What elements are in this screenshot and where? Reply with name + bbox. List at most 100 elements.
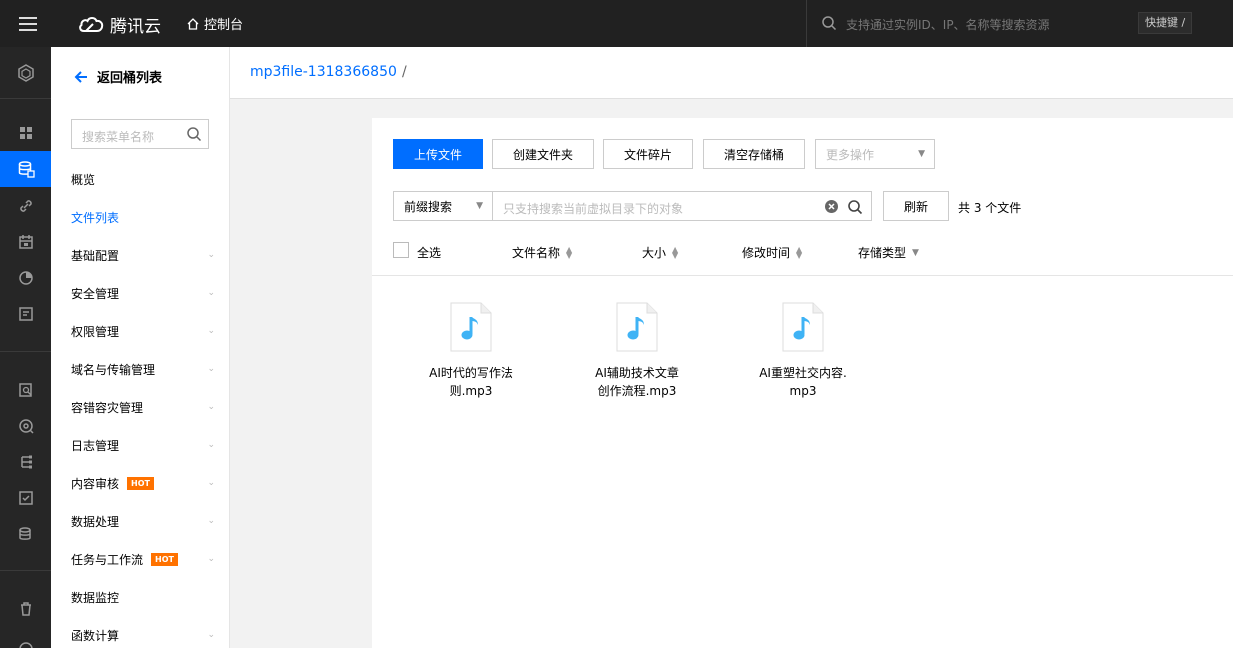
- sidebar-item[interactable]: 内容审核 HOT ⌄: [71, 473, 215, 493]
- calendar-icon[interactable]: [0, 224, 51, 260]
- trash-icon[interactable]: [0, 591, 51, 627]
- product-rail: [0, 47, 51, 648]
- music-file-icon: [616, 302, 658, 352]
- sidebar-item-label: 任务与工作流: [71, 552, 144, 567]
- file-name-line: AI时代的写作法: [429, 366, 513, 380]
- music-file-icon: [450, 302, 492, 352]
- size-header-label: 大小: [642, 246, 667, 260]
- breadcrumb-bucket-link[interactable]: mp3file-1318366850: [250, 64, 397, 80]
- file-name-line: AI重塑社交内容.: [759, 366, 847, 380]
- sidebar-item-label: 数据处理: [71, 514, 120, 529]
- storage-bucket-icon[interactable]: [0, 151, 51, 187]
- music-file-icon: [782, 302, 824, 352]
- sidebar-item[interactable]: 基础配置 ⌄: [71, 245, 215, 265]
- image-box-icon[interactable]: [0, 296, 51, 332]
- clear-bucket-button[interactable]: 清空存储桶: [703, 139, 805, 169]
- file-count: 共 3 个文件: [958, 201, 1022, 215]
- help-icon[interactable]: [0, 631, 51, 648]
- chevron-down-icon: ⌄: [207, 402, 215, 412]
- more-actions-select[interactable]: 更多操作 ▼: [815, 139, 935, 169]
- sidebar-item[interactable]: 函数计算 ⌄: [71, 625, 215, 645]
- select-all-text: 全选: [417, 246, 442, 260]
- sidebar-item-label: 内容审核: [71, 476, 120, 491]
- menu-icon[interactable]: [0, 0, 56, 47]
- sidebar-item-label: 安全管理: [71, 286, 120, 301]
- storage-class-label: 存储类型: [858, 246, 907, 260]
- create-folder-button[interactable]: 创建文件夹: [492, 139, 594, 169]
- chevron-down-icon: ⌄: [207, 478, 215, 488]
- sort-name-header[interactable]: 文件名称 ▲ ▼: [512, 244, 572, 261]
- sidebar-item-label: 容错容灾管理: [71, 400, 144, 415]
- cube-icon[interactable]: [0, 55, 51, 91]
- file-fragments-button[interactable]: 文件碎片: [603, 139, 693, 169]
- breadcrumb: mp3file-1318366850 /: [230, 47, 1233, 99]
- brand-name: 腾讯云: [110, 17, 161, 37]
- sidebar-item[interactable]: 概览: [71, 169, 215, 189]
- shortcut-button[interactable]: 快捷键 /: [1138, 12, 1193, 34]
- back-label: 返回桶列表: [97, 71, 163, 86]
- file-name-line: 则.mp3: [449, 384, 493, 398]
- sidebar-item-label: 域名与传输管理: [71, 362, 156, 377]
- sort-size-header[interactable]: 大小 ▲ ▼: [642, 244, 678, 261]
- caret-down-icon: ▼: [918, 149, 925, 159]
- sidebar-item-label: 基础配置: [71, 248, 120, 263]
- sidebar-item[interactable]: 任务与工作流 HOT ⌄: [71, 549, 215, 569]
- dashboard-icon[interactable]: [0, 115, 51, 151]
- select-all-checkbox[interactable]: [393, 242, 409, 258]
- link-icon[interactable]: [0, 188, 51, 224]
- search-doc-icon[interactable]: [0, 372, 51, 408]
- sidebar-item[interactable]: 数据处理 ⌄: [71, 511, 215, 531]
- chevron-down-icon: ⌄: [207, 250, 215, 260]
- storage-class-filter[interactable]: 存储类型 ▼: [858, 244, 919, 261]
- search-icon[interactable]: [847, 199, 863, 215]
- sidebar-item[interactable]: 域名与传输管理 ⌄: [71, 359, 215, 379]
- sidebar-item[interactable]: 文件列表: [71, 207, 215, 227]
- pie-chart-icon[interactable]: [0, 260, 51, 296]
- search-icon: [822, 16, 837, 31]
- database-icon[interactable]: [0, 516, 51, 552]
- file-item[interactable]: AI重塑社交内容. mp3: [748, 302, 858, 400]
- sidebar-item[interactable]: 容错容灾管理 ⌄: [71, 397, 215, 417]
- top-bar: 腾讯云 控制台 支持通过实例ID、IP、名称等搜索资源 快捷键 /: [0, 0, 1233, 47]
- home-icon: [187, 17, 199, 30]
- search-type-select[interactable]: 前缀搜索 ▼: [393, 191, 493, 221]
- monitor-icon[interactable]: [0, 408, 51, 444]
- object-search-input[interactable]: 只支持搜索当前虚拟目录下的对象: [493, 191, 872, 221]
- chevron-down-icon: ⌄: [207, 630, 215, 640]
- select-all-label: 全选: [417, 244, 441, 261]
- console-link[interactable]: 控制台: [186, 14, 243, 33]
- refresh-button[interactable]: 刷新: [883, 191, 949, 221]
- sidebar-item[interactable]: 数据监控: [71, 587, 215, 607]
- name-header-label: 文件名称: [512, 246, 561, 260]
- search-icon: [187, 127, 202, 142]
- file-list-panel: 上传文件 创建文件夹 文件碎片 清空存储桶 更多操作 ▼ 前缀搜索 ▼ 只支持搜…: [372, 118, 1233, 648]
- sidebar-item-label: 日志管理: [71, 438, 120, 453]
- sidebar-item[interactable]: 权限管理 ⌄: [71, 321, 215, 341]
- file-item[interactable]: AI辅助技术文章 创作流程.mp3: [582, 302, 692, 400]
- sort-icon: ▲ ▼: [566, 244, 573, 260]
- sidebar-item-label: 文件列表: [71, 210, 120, 225]
- chevron-down-icon: ⌄: [207, 364, 215, 374]
- checklist-icon[interactable]: [0, 480, 51, 516]
- chevron-down-icon: ⌄: [207, 326, 215, 336]
- upload-file-button[interactable]: 上传文件: [393, 139, 483, 169]
- sort-modified-header[interactable]: 修改时间 ▲ ▼: [742, 244, 802, 261]
- modified-header-label: 修改时间: [742, 246, 791, 260]
- clear-icon[interactable]: [824, 199, 839, 214]
- sort-icon: ▲ ▼: [796, 244, 803, 260]
- breadcrumb-separator: /: [402, 64, 407, 80]
- brand-logo[interactable]: 腾讯云: [78, 12, 161, 37]
- file-name-line: mp3: [789, 384, 817, 398]
- flow-icon[interactable]: [0, 444, 51, 480]
- global-search-placeholder: 支持通过实例ID、IP、名称等搜索资源: [846, 18, 1050, 32]
- more-actions-label: 更多操作: [826, 147, 875, 162]
- caret-down-icon: ▼: [476, 201, 483, 211]
- back-to-buckets-link[interactable]: 返回桶列表: [73, 67, 162, 86]
- file-name-line: 创作流程.mp3: [597, 384, 677, 398]
- sidebar-item[interactable]: 安全管理 ⌄: [71, 283, 215, 303]
- chevron-down-icon: ⌄: [207, 288, 215, 298]
- file-item[interactable]: AI时代的写作法 则.mp3: [416, 302, 526, 400]
- menu-search-input[interactable]: 搜索菜单名称: [71, 119, 209, 149]
- menu-search-placeholder: 搜索菜单名称: [82, 130, 155, 144]
- sidebar-item[interactable]: 日志管理 ⌄: [71, 435, 215, 455]
